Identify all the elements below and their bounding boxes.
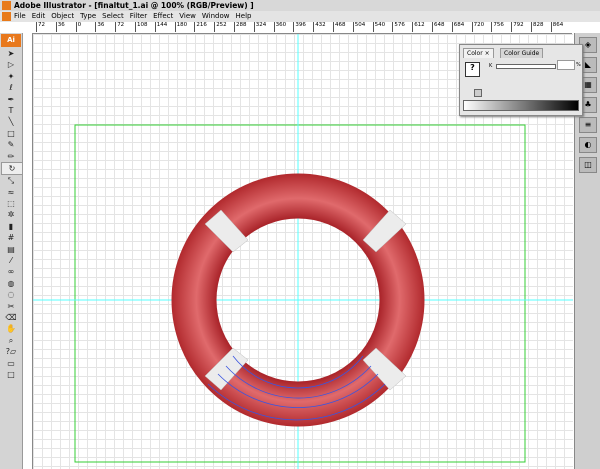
horizontal-ruler[interactable]: 72 36 0 36 72 108 144 180 216 252 288 324 360 396 432 4…	[32, 22, 572, 34]
ruler-label: 144	[154, 22, 167, 32]
tab-color-guide[interactable]: Color Guide	[500, 48, 544, 58]
rectangle-tool-icon[interactable]: □	[1, 128, 21, 139]
ruler-label: 72	[115, 22, 124, 32]
menu-edit[interactable]: Edit	[32, 12, 46, 20]
mesh-tool-icon[interactable]: #	[1, 232, 21, 243]
window-title: Adobe Illustrator - [finaltut_1.ai @ 100…	[14, 1, 254, 10]
transparency-panel-icon[interactable]: ◐	[579, 137, 597, 153]
last-color-swatch[interactable]	[474, 89, 482, 97]
ruler-label: 504	[352, 22, 365, 32]
type-tool-icon[interactable]: T	[1, 105, 21, 116]
fill-stroke-icon[interactable]: ?▱	[1, 346, 21, 357]
menu-help[interactable]: Help	[236, 12, 252, 20]
ai-logo: Ai	[1, 34, 21, 47]
channel-label: K	[489, 63, 493, 69]
vertical-ruler[interactable]	[22, 33, 33, 469]
line-tool-icon[interactable]: ╲	[1, 116, 21, 127]
ruler-label: 864	[550, 22, 563, 32]
menu-bar: File Edit Object Type Select Filter Effect View…	[0, 11, 600, 22]
warp-tool-icon[interactable]: ≈	[1, 187, 21, 198]
menu-effect[interactable]: Effect	[153, 12, 173, 20]
ruler-label: 360	[273, 22, 286, 32]
ruler-label: 540	[372, 22, 385, 32]
ruler-label: 252	[214, 22, 227, 32]
lifebuoy[interactable]	[171, 173, 425, 427]
color-panel: Color × Color Guide ? K %	[459, 44, 583, 116]
color-mode-icon[interactable]: ▭	[1, 358, 21, 369]
direct-selection-tool-icon[interactable]: ▷	[1, 59, 21, 70]
tools-panel: Ai ➤ ▷ ✦ ℓ ✒ T ╲ □ ✎ ✏ ↻ ⤡ ≈ ⬚ ✲ ▮ # ▤ ⁄ ∞ ◍ ◌ ✂ ⌫ ✋ ⌕ ?▱ ▭ □	[0, 33, 23, 469]
column-graph-tool-icon[interactable]: ▮	[1, 221, 21, 232]
ruler-label: 828	[531, 22, 544, 32]
ruler-label: 288	[234, 22, 247, 32]
live-paint-tool-icon[interactable]: ◍	[1, 278, 21, 289]
ruler-label: 756	[491, 22, 504, 32]
menu-view[interactable]: View	[179, 12, 196, 20]
gradient-tool-icon[interactable]: ▤	[1, 244, 21, 255]
ruler-label: 36	[55, 22, 65, 32]
ruler-label: 36	[95, 22, 104, 32]
slice-tool-icon[interactable]: ✂	[1, 301, 21, 312]
ruler-label: 180	[174, 22, 187, 32]
zoom-tool-icon[interactable]: ⌕	[1, 335, 21, 346]
selection-tool-icon[interactable]: ➤	[1, 48, 21, 59]
ruler-label: 684	[451, 22, 464, 32]
symbol-sprayer-tool-icon[interactable]: ✲	[1, 209, 21, 220]
ruler-label: 216	[194, 22, 207, 32]
eyedropper-tool-icon[interactable]: ⁄	[1, 255, 21, 266]
color-spectrum[interactable]	[463, 100, 579, 111]
menu-object[interactable]: Object	[51, 12, 74, 20]
ruler-label: 432	[313, 22, 326, 32]
ruler-label: 612	[412, 22, 425, 32]
ruler-label: 72	[36, 22, 45, 32]
doc-icon	[2, 12, 11, 21]
app-icon	[2, 1, 11, 10]
scale-tool-icon[interactable]: ⤡	[1, 175, 21, 186]
menu-window[interactable]: Window	[202, 12, 230, 20]
ruler-label: 0	[75, 22, 81, 32]
pen-tool-icon[interactable]: ✒	[1, 94, 21, 105]
menu-filter[interactable]: Filter	[130, 12, 147, 20]
stroke-panel-icon[interactable]: ≡	[579, 117, 597, 133]
blend-tool-icon[interactable]: ∞	[1, 266, 21, 277]
percent-label: %	[576, 62, 581, 68]
layers-panel-icon[interactable]: ◫	[579, 157, 597, 173]
ruler-label: 396	[293, 22, 306, 32]
screen-mode-icon[interactable]: □	[1, 369, 21, 380]
k-value-input[interactable]	[557, 60, 575, 70]
eraser-tool-icon[interactable]: ⌫	[1, 312, 21, 323]
magic-wand-tool-icon[interactable]: ✦	[1, 71, 21, 82]
menu-file[interactable]: File	[14, 12, 26, 20]
ruler-label: 576	[392, 22, 405, 32]
lasso-tool-icon[interactable]: ℓ	[1, 82, 21, 93]
k-slider[interactable]	[496, 64, 556, 69]
ruler-label: 648	[432, 22, 445, 32]
menu-select[interactable]: Select	[102, 12, 124, 20]
ruler-label: 720	[471, 22, 484, 32]
paintbrush-tool-icon[interactable]: ✎	[1, 139, 21, 150]
free-transform-tool-icon[interactable]: ⬚	[1, 198, 21, 209]
ruler-label: 108	[135, 22, 148, 32]
pencil-tool-icon[interactable]: ✏	[1, 151, 21, 162]
ruler-label: 468	[333, 22, 346, 32]
title-bar: Adobe Illustrator - [finaltut_1.ai @ 100…	[0, 0, 600, 11]
menu-type[interactable]: Type	[80, 12, 96, 20]
live-paint-selection-tool-icon[interactable]: ◌	[1, 289, 21, 300]
hand-tool-icon[interactable]: ✋	[1, 323, 21, 334]
tab-color[interactable]: Color ×	[463, 48, 494, 58]
rotate-tool-icon[interactable]: ↻	[1, 161, 23, 176]
ruler-label: 792	[511, 22, 524, 32]
fill-stroke-swatch[interactable]: ?	[465, 62, 480, 77]
ruler-label: 324	[253, 22, 266, 32]
